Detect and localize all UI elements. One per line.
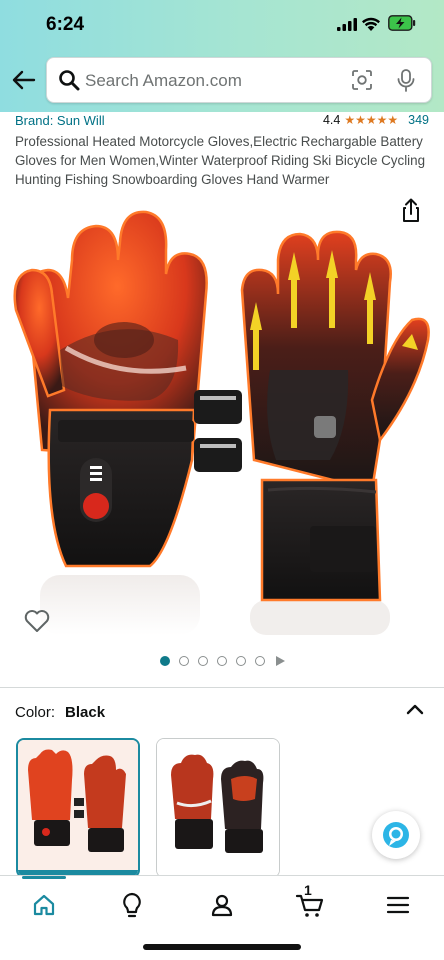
cellular-signal-icon	[337, 18, 357, 31]
gallery-pagination[interactable]	[0, 654, 444, 668]
search-input[interactable]	[85, 68, 340, 94]
color-value: Black	[65, 704, 106, 721]
cart-count: 1	[304, 882, 312, 898]
heart-icon	[24, 610, 50, 632]
nav-account[interactable]	[202, 888, 242, 922]
product-title: Professional Heated Motorcycle Gloves,El…	[15, 134, 426, 187]
alexa-button[interactable]	[372, 811, 420, 859]
microphone-icon[interactable]	[397, 69, 415, 93]
color-selector[interactable]: Color: Black	[15, 704, 105, 721]
brand-link[interactable]: Brand: Sun Will	[15, 113, 105, 128]
product-image	[13, 210, 430, 635]
gallery-dot[interactable]	[235, 656, 246, 666]
color-swatch-1[interactable]	[16, 738, 140, 878]
gallery-dot[interactable]	[254, 656, 265, 666]
color-label: Color:	[15, 704, 56, 721]
back-button[interactable]	[10, 66, 38, 94]
battery-packs	[194, 390, 242, 472]
home-icon	[33, 894, 55, 916]
lightbulb-icon	[123, 892, 141, 918]
gallery-dot[interactable]	[197, 656, 208, 666]
share-icon	[403, 198, 419, 222]
rating-value: 4.4	[322, 113, 341, 127]
swatch-image	[18, 740, 138, 876]
home-indicator	[143, 944, 301, 950]
nav-cart[interactable]: 1	[290, 882, 330, 922]
nav-home[interactable]	[24, 888, 64, 922]
color-swatch-2[interactable]	[156, 738, 280, 878]
product-image-gallery[interactable]	[0, 190, 444, 640]
play-video-icon[interactable]	[275, 656, 285, 666]
rating-count[interactable]: 349	[408, 113, 429, 127]
swatch-image	[157, 739, 279, 875]
nav-menu[interactable]	[378, 888, 418, 922]
search-bar[interactable]	[46, 57, 432, 103]
nav-inspire[interactable]	[112, 888, 152, 922]
battery-charging-icon	[388, 15, 416, 31]
gallery-dot[interactable]	[216, 656, 227, 666]
wishlist-button[interactable]	[22, 606, 52, 636]
wifi-icon	[362, 17, 380, 31]
gallery-dot[interactable]	[178, 656, 189, 666]
top-header: 6:24	[0, 0, 444, 112]
active-tab-indicator	[22, 876, 66, 879]
arrow-left-icon	[12, 70, 36, 90]
hamburger-menu-icon	[386, 896, 410, 914]
rating-stars: ★★★★★	[344, 113, 399, 127]
search-icon	[59, 70, 80, 91]
status-bar: 6:24	[0, 0, 444, 50]
gallery-dot[interactable]	[159, 656, 170, 666]
rating-summary[interactable]: 4.4 ★★★★★ 349	[323, 113, 429, 127]
share-button[interactable]	[396, 196, 426, 226]
user-icon	[211, 894, 233, 917]
chevron-up-icon[interactable]	[406, 702, 424, 716]
section-divider	[0, 687, 444, 688]
alexa-icon	[383, 822, 409, 848]
status-time: 6:24	[46, 14, 85, 35]
camera-search-icon[interactable]	[351, 69, 373, 91]
